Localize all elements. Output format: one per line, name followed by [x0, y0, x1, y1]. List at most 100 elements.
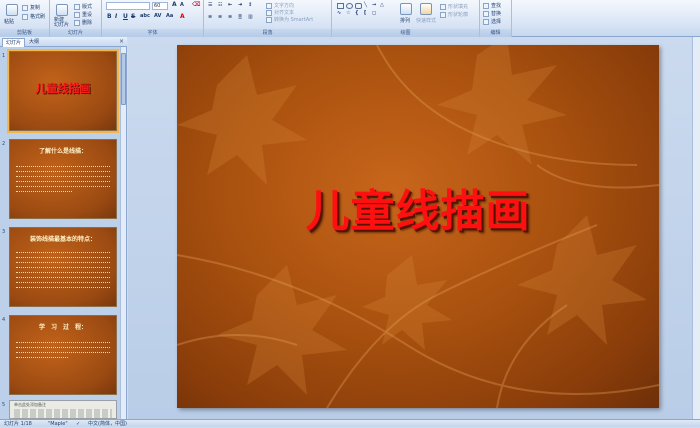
clear-format-icon[interactable]: ⌫ — [192, 1, 200, 8]
rectangle-shape-icon[interactable] — [337, 3, 344, 9]
editing-group-label: 编辑 — [480, 29, 511, 37]
clipboard-group: 粘贴 复制 格式刷 剪贴板 — [0, 0, 50, 37]
layout-icon — [74, 3, 80, 10]
align-text-button[interactable]: 对齐文本 — [266, 9, 294, 16]
thumbnail-body-lines — [16, 248, 110, 288]
change-case-icon[interactable]: Aa — [166, 13, 173, 19]
slide-number: 3 — [2, 229, 6, 235]
slide-thumbnail-2[interactable]: 了解什么是线描： — [9, 139, 117, 219]
slide-number: 2 — [2, 141, 6, 147]
arrange-button[interactable]: 排列 — [400, 17, 410, 24]
reset-icon — [74, 11, 80, 18]
rounded-rect-shape-icon[interactable] — [355, 3, 362, 9]
pane-scroll-thumb[interactable] — [121, 53, 126, 105]
slide-thumbnail-5[interactable]: 单击此处添加备注 — [9, 400, 117, 419]
shadow-icon[interactable]: abc — [140, 13, 150, 19]
slide-thumbnail-4[interactable]: 学 习 过 程： — [9, 315, 117, 395]
shrink-font-icon[interactable]: A — [180, 2, 184, 8]
line-shape-icon[interactable]: ╲ — [364, 2, 367, 8]
char-spacing-icon[interactable]: AV — [154, 13, 161, 19]
bullets-icon[interactable]: ☰ — [208, 2, 212, 8]
increase-indent-icon[interactable]: ⇥ — [238, 2, 242, 8]
triangle-shape-icon[interactable]: △ — [380, 2, 384, 8]
arrange-icon[interactable] — [400, 3, 412, 15]
paragraph-group-label: 段落 — [204, 29, 331, 37]
pane-scrollbar[interactable] — [120, 47, 126, 419]
align-center-icon[interactable]: ≡ — [218, 14, 222, 20]
layout-button[interactable]: 版式 — [74, 3, 92, 10]
current-slide[interactable]: 儿童线描画 — [177, 45, 659, 408]
ribbon: 粘贴 复制 格式刷 剪贴板 新建 幻灯片 版式 重设 删除 幻灯片 60 A A… — [0, 0, 700, 37]
copy-button[interactable]: 复制 — [22, 4, 40, 11]
format-painter-button[interactable]: 格式刷 — [22, 13, 45, 20]
font-name-select[interactable] — [106, 2, 150, 10]
paragraph-group: ☰ ☷ ⇤ ⇥ ↕ 文字方向 对齐文本 转换为 SmartArt ≡ ≡ ≡ ≣… — [204, 0, 332, 37]
slides-group-label: 幻灯片 — [50, 29, 101, 37]
brush-icon — [22, 13, 28, 20]
shape-fill-button[interactable]: 形状填充 — [440, 3, 468, 10]
font-color-icon[interactable]: A — [180, 13, 185, 20]
strikethrough-icon[interactable]: S — [131, 13, 135, 20]
quick-styles-button[interactable]: 快速样式 — [416, 17, 436, 24]
slide-thumbnail-3[interactable]: 装饰线描最基本的特点： — [9, 227, 117, 307]
slide-thumbnail-1[interactable]: 儿童线描画 — [7, 49, 119, 133]
reset-button[interactable]: 重设 — [74, 11, 92, 18]
close-pane-icon[interactable]: × — [119, 38, 124, 45]
text-direction-button[interactable]: 文字方向 — [266, 2, 294, 9]
callout-shape-icon[interactable]: ◻ — [372, 10, 376, 16]
paste-button[interactable]: 粘贴 — [4, 18, 14, 25]
font-group: 60 A A ⌫ B I U S abc AV Aa A 字体 — [102, 0, 204, 37]
font-size-select[interactable]: 60 — [152, 2, 168, 10]
new-slide-button[interactable]: 新建 幻灯片 — [54, 18, 69, 28]
tab-slides[interactable]: 幻灯片 — [2, 38, 26, 47]
editor-scrollbar[interactable] — [692, 37, 700, 419]
decrease-indent-icon[interactable]: ⇤ — [228, 2, 232, 8]
select-button[interactable]: 选择 — [483, 18, 501, 25]
find-button[interactable]: 查找 — [483, 2, 501, 9]
curve-shape-icon[interactable]: ∿ — [337, 10, 341, 16]
justify-icon[interactable]: ≣ — [238, 14, 242, 20]
binoculars-icon — [483, 2, 489, 9]
copy-icon — [22, 4, 28, 11]
line-spacing-icon[interactable]: ↕ — [248, 2, 252, 8]
thumbnail-title: 了解什么是线描： — [38, 148, 87, 155]
tab-outline[interactable]: 大纲 — [26, 38, 42, 47]
numbering-icon[interactable]: ☷ — [218, 2, 222, 8]
smartart-icon — [266, 16, 272, 23]
replace-button[interactable]: 替换 — [483, 10, 501, 17]
slides-pane: 幻灯片 大纲 × 1 儿童线描画 2 了解什么是线描： 3 装饰线描最基本的特点… — [0, 37, 127, 419]
slide-title[interactable]: 儿童线描画 — [177, 175, 659, 239]
underline-icon[interactable]: U — [123, 13, 128, 20]
shape-outline-button[interactable]: 形状轮廓 — [440, 11, 468, 18]
outline-icon — [440, 11, 446, 18]
star-shape-icon[interactable]: ☆ — [346, 10, 350, 16]
cursor-icon — [483, 18, 489, 25]
drawing-group-label: 绘图 — [332, 29, 479, 37]
new-slide-icon[interactable] — [56, 4, 68, 16]
font-group-label: 字体 — [102, 29, 203, 37]
align-right-icon[interactable]: ≡ — [228, 14, 232, 20]
smartart-button[interactable]: 转换为 SmartArt — [266, 16, 313, 23]
grow-font-icon[interactable]: A — [172, 1, 177, 8]
replace-icon — [483, 10, 489, 17]
thumbnail-title: 儿童线描画 — [35, 82, 91, 95]
columns-icon[interactable]: ▥ — [248, 14, 253, 20]
editing-group: 查找 替换 选择 编辑 — [480, 0, 512, 37]
thumbnail-pattern — [14, 409, 112, 418]
delete-button[interactable]: 删除 — [74, 19, 92, 26]
bold-icon[interactable]: B — [107, 13, 112, 20]
brace-shape-icon[interactable]: { — [355, 10, 359, 16]
clipboard-group-label: 剪贴板 — [0, 29, 49, 37]
slide-number: 4 — [2, 317, 6, 323]
paste-icon[interactable] — [6, 4, 18, 16]
italic-icon[interactable]: I — [115, 13, 117, 20]
align-left-icon[interactable]: ≡ — [208, 14, 212, 20]
thumbnail-title: 单击此处添加备注 — [14, 402, 46, 407]
arrow-shape-icon[interactable]: → — [372, 2, 376, 8]
bracket-shape-icon[interactable]: [ — [364, 10, 366, 16]
pane-tabs: 幻灯片 大纲 × — [0, 37, 127, 47]
slide-number: 1 — [2, 53, 6, 59]
quick-styles-icon[interactable] — [420, 3, 432, 15]
oval-shape-icon[interactable] — [346, 3, 353, 9]
text-direction-icon — [266, 2, 272, 9]
